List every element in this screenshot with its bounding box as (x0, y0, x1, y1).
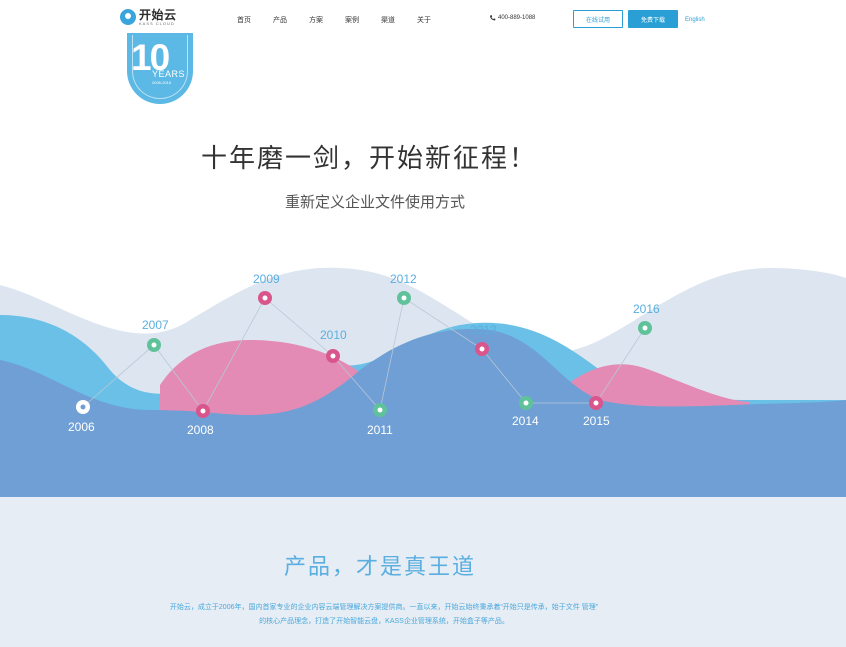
logo-subtitle: KASS CLOUD (139, 20, 175, 26)
language-switch[interactable]: English (685, 17, 705, 23)
product-description-line-2: 的核心产品理念，打造了开始智能云盘，KASS企业管理系统，开始盒子等产品。 (259, 618, 509, 625)
nav-item-home[interactable]: 首页 (237, 15, 251, 25)
nav-item-channels[interactable]: 渠道 (381, 15, 395, 25)
phone-number: 400-889-1088 (498, 15, 536, 21)
product-title: 产品，才是真王道 (283, 554, 476, 579)
logo-name: 开始云 (139, 7, 177, 22)
year-label-2016: 2016 (633, 302, 660, 316)
badge-years: YEARS (152, 69, 186, 79)
year-label-2006: 2006 (68, 420, 95, 434)
phone-contact: 400-889-1088 (489, 14, 535, 22)
hero-subhead: 重新定义企业文件使用方式 (284, 194, 465, 211)
year-label-2015: 2015 (583, 414, 610, 428)
nav-item-cases[interactable]: 案例 (345, 15, 359, 25)
hero-headline: 十年磨一剑，开始新征程！ (200, 143, 537, 173)
product-description-line-1: 开始云，成立于2006年，国内首家专业的企业内容云端管理解决方案提供商。一直以来… (169, 604, 599, 611)
badge-range: 2006-2016 (152, 80, 172, 85)
anniversary-badge: 10 YEARS 2006-2016 (127, 33, 193, 104)
top-header: 开始云 KASS CLOUD 首页 产品 方案 案例 渠道 关于 400-889… (0, 0, 846, 34)
phone-icon (490, 15, 496, 21)
logo-icon (120, 9, 136, 25)
product-description: 开始云，成立于2006年，国内首家专业的企业内容云端管理解决方案提供商。一直以来… (96, 601, 672, 629)
nav-item-about[interactable]: 关于 (417, 15, 431, 25)
year-label-2014: 2014 (512, 414, 539, 428)
free-download-button[interactable]: 免费下载 (628, 10, 678, 28)
logo[interactable]: 开始云 KASS CLOUD (120, 7, 177, 27)
nav-item-products[interactable]: 产品 (273, 15, 287, 25)
page: 开始云 KASS CLOUD 首页 产品 方案 案例 渠道 关于 400-889… (0, 0, 846, 647)
year-label-2012: 2012 (390, 272, 417, 286)
timeline-watermark: 开始云十年征程 (284, 441, 438, 464)
year-label-2013: 2013 (470, 323, 497, 337)
year-label-2011: 2011 (367, 423, 393, 437)
online-trial-button[interactable]: 在线试用 (573, 10, 623, 28)
year-label-2007: 2007 (142, 318, 169, 332)
product-section: 产品，才是真王道 开始云，成立于2006年，国内首家专业的企业内容云端管理解决方… (0, 497, 846, 647)
year-label-2010: 2010 (320, 328, 347, 342)
nav-item-solutions[interactable]: 方案 (309, 15, 323, 25)
year-label-2008: 2008 (187, 423, 214, 437)
main-nav: 首页 产品 方案 案例 渠道 关于 (237, 15, 453, 25)
year-label-2009: 2009 (253, 272, 280, 286)
